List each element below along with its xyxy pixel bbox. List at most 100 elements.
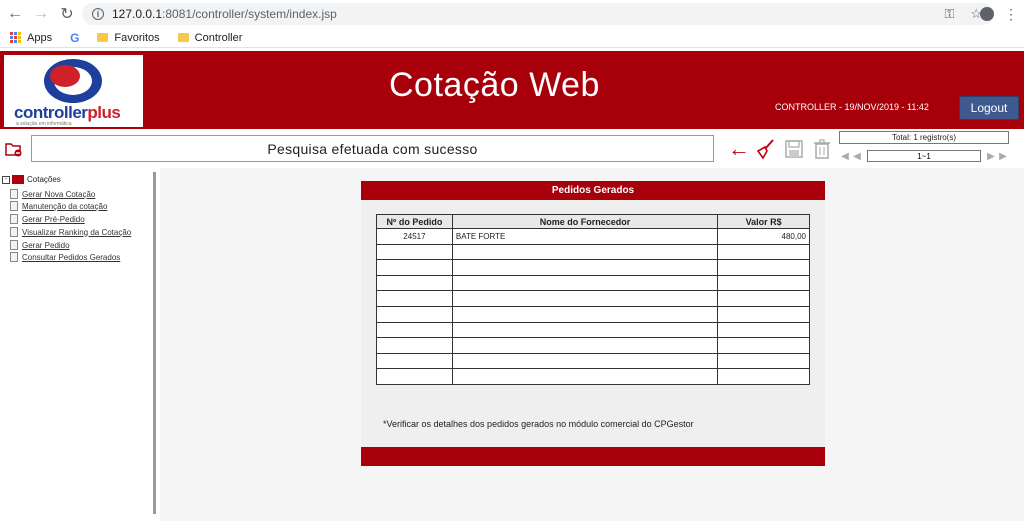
table-row [376, 337, 810, 354]
table-header-row: Nº do Pedido Nome do Fornecedor Valor R$ [376, 214, 810, 229]
reload-icon[interactable]: ↻ [56, 3, 78, 25]
panel-title: Pedidos Gerados [361, 181, 825, 200]
table-cell-valor [717, 321, 810, 339]
document-icon [10, 227, 18, 237]
sidebar-item-gerar-nova-cotacao[interactable]: Gerar Nova Cotação [10, 189, 95, 199]
document-icon [10, 240, 18, 250]
last-page-icon[interactable]: ▶ [997, 151, 1009, 162]
collapse-icon[interactable]: - [2, 175, 10, 184]
document-icon [10, 201, 18, 211]
table-cell-valor [717, 337, 810, 354]
table-cell-fornecedor: BATE FORTE [451, 228, 719, 245]
sidebar-item-ranking[interactable]: Visualizar Ranking da Cotação [10, 227, 131, 237]
table-cell-valor [717, 243, 810, 261]
url-path: :8081/controller/system/index.jsp [162, 7, 337, 21]
table-cell-fornecedor [451, 305, 719, 323]
sidebar-link[interactable]: Gerar Nova Cotação [22, 190, 95, 199]
table-row [376, 321, 810, 339]
bookmark-favoritos[interactable]: Favoritos [97, 31, 160, 44]
menu-icon[interactable]: ⋮ [1004, 6, 1018, 23]
bookmarks-bar: Apps G Favoritos Controller [0, 28, 1024, 48]
sidebar-link[interactable]: Consultar Pedidos Gerados [22, 253, 120, 262]
table-row [376, 243, 810, 261]
save-icon[interactable] [783, 138, 805, 160]
table-row [376, 305, 810, 323]
user-info: CONTROLLER - 19/NOV/2019 - 11:42 [775, 102, 929, 112]
table-cell-pedido [376, 368, 453, 385]
table-cell-pedido [376, 259, 453, 276]
folder-icon [12, 175, 24, 184]
logout-button[interactable]: Logout [959, 96, 1019, 120]
table-cell-valor [717, 352, 810, 370]
back-icon[interactable]: ← [4, 3, 26, 25]
next-page-icon[interactable]: ▶ [985, 151, 997, 162]
table-cell-pedido [376, 337, 453, 354]
table-row [376, 259, 810, 276]
table-row [376, 290, 810, 307]
table-cell-pedido [376, 352, 453, 370]
table-cell-pedido: 24517 [376, 228, 453, 245]
table-cell-valor [717, 290, 810, 307]
table-cell-valor [717, 259, 810, 276]
bookmark-label: Apps [27, 31, 53, 44]
first-page-icon[interactable]: ◀ [839, 151, 851, 162]
close-folder-icon[interactable] [5, 141, 23, 157]
pedidos-panel: Pedidos Gerados Nº do Pedido Nome do For… [361, 181, 825, 466]
app-header: controllerplus a solução em informática … [0, 51, 1024, 129]
folder-icon [177, 33, 189, 42]
logo-text: controllerplus [14, 103, 121, 122]
info-icon[interactable]: i [92, 8, 104, 20]
prev-page-icon[interactable]: ◀ [851, 151, 863, 162]
bookmark-apps[interactable]: Apps [10, 32, 52, 44]
document-icon [10, 214, 18, 224]
table-row [376, 274, 810, 292]
url-host: 127.0.0.1 [112, 7, 163, 21]
sidebar-link[interactable]: Manutenção da cotação [22, 202, 107, 211]
table-cell-valor: 480,00 [717, 228, 810, 245]
table-cell-fornecedor [451, 243, 719, 261]
bookmark-google[interactable]: G [70, 31, 79, 45]
tree-root-cotacoes[interactable]: - Cotações [2, 175, 61, 184]
table-cell-pedido [376, 321, 453, 339]
orders-table: Nº do Pedido Nome do Fornecedor Valor R$… [376, 214, 810, 385]
table-row [376, 368, 810, 385]
paging-range: 1~1 [867, 150, 981, 162]
table-cell-fornecedor [451, 274, 719, 292]
table-cell-fornecedor [451, 368, 719, 385]
document-icon [10, 189, 18, 199]
google-icon: G [70, 30, 80, 45]
trash-icon[interactable] [811, 138, 833, 160]
back-arrow-icon[interactable]: ← [728, 136, 750, 161]
footnote: *Verificar os detalhes dos pedidos gerad… [383, 419, 694, 429]
sidebar-item-gerar-pedido[interactable]: Gerar Pedido [10, 240, 70, 250]
bookmark-label: Favoritos [114, 31, 160, 44]
bookmark-controller[interactable]: Controller [177, 32, 242, 44]
sidebar-link[interactable]: Visualizar Ranking da Cotação [22, 228, 131, 237]
broom-icon[interactable] [754, 138, 776, 160]
table-cell-valor [717, 305, 810, 323]
logo-swoosh [50, 65, 80, 87]
table-cell-fornecedor [451, 259, 719, 276]
address-bar[interactable]: i 127.0.0.1:8081/controller/system/index… [82, 3, 994, 25]
column-header: Valor R$ [717, 214, 810, 229]
sidebar-item-gerar-pre-pedido[interactable]: Gerar Pré-Pedido [10, 214, 85, 224]
sidebar-link[interactable]: Gerar Pré-Pedido [22, 215, 85, 224]
sidebar-link[interactable]: Gerar Pedido [22, 241, 70, 250]
sidebar-item-manutencao[interactable]: Manutenção da cotação [10, 201, 107, 211]
sidebar-scrollbar[interactable] [153, 172, 156, 514]
table-cell-pedido [376, 243, 453, 261]
table-row[interactable]: 24517 BATE FORTE 480,00 [376, 228, 810, 245]
forward-icon[interactable]: → [30, 3, 52, 25]
status-message: Pesquisa efetuada com sucesso [31, 135, 714, 162]
column-header: Nº do Pedido [376, 214, 453, 229]
paging-controls: ◀ ◀ 1~1 ▶ ▶ [839, 149, 1019, 163]
table-cell-pedido [376, 274, 453, 292]
logo-tagline: a solução em informática [16, 121, 72, 127]
profile-icon[interactable] [980, 7, 994, 21]
browser-toolbar: ← → ↻ i 127.0.0.1:8081/controller/system… [0, 0, 1024, 28]
key-icon[interactable]: ⚿ [944, 6, 954, 22]
logo: controllerplus a solução em informática [4, 55, 143, 127]
sidebar-item-consultar-pedidos[interactable]: Consultar Pedidos Gerados [10, 252, 120, 262]
tree-root-label: Cotações [27, 175, 61, 184]
table-cell-pedido [376, 305, 453, 323]
